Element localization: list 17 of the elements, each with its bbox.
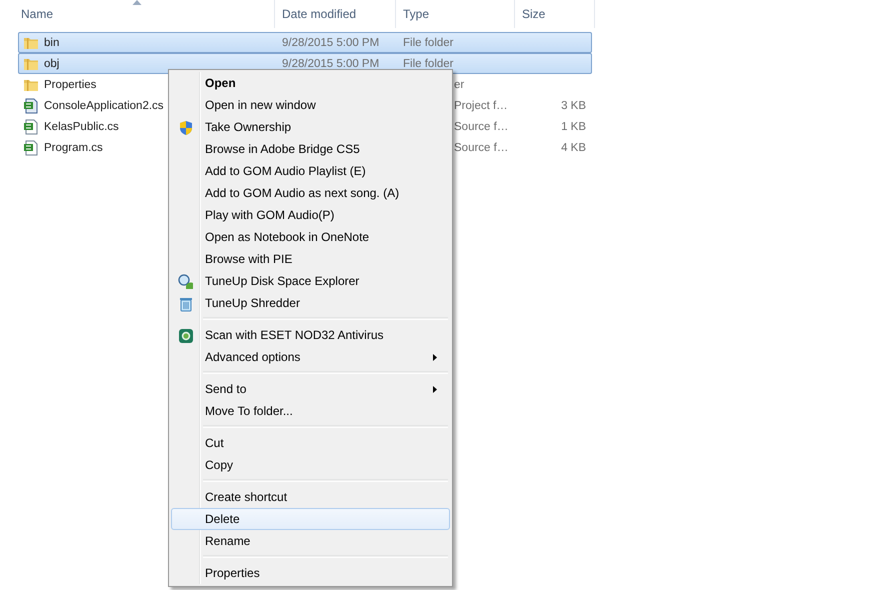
file-name: bin <box>44 36 60 48</box>
file-type: Project f… <box>453 100 509 112</box>
file-name: KelasPublic.cs <box>44 120 119 132</box>
file-size: 4 KB <box>560 142 586 154</box>
file-size: 1 KB <box>560 120 586 132</box>
file-type: Source f… <box>453 142 510 154</box>
file-name: Properties <box>44 78 96 90</box>
file-name: Program.cs <box>44 142 103 154</box>
file-type: Source f… <box>453 120 510 132</box>
file-type: File folder <box>402 36 454 48</box>
date-modified: 9/28/2015 5:00 PM <box>281 36 380 48</box>
file-type: er <box>453 78 466 90</box>
date-modified: 9/28/2015 5:00 PM <box>281 58 380 70</box>
file-name: obj <box>44 58 60 70</box>
file-name: ConsoleApplication2.cs <box>44 100 164 112</box>
file-type: File folder <box>402 58 454 70</box>
file-size: 3 KB <box>560 100 586 112</box>
